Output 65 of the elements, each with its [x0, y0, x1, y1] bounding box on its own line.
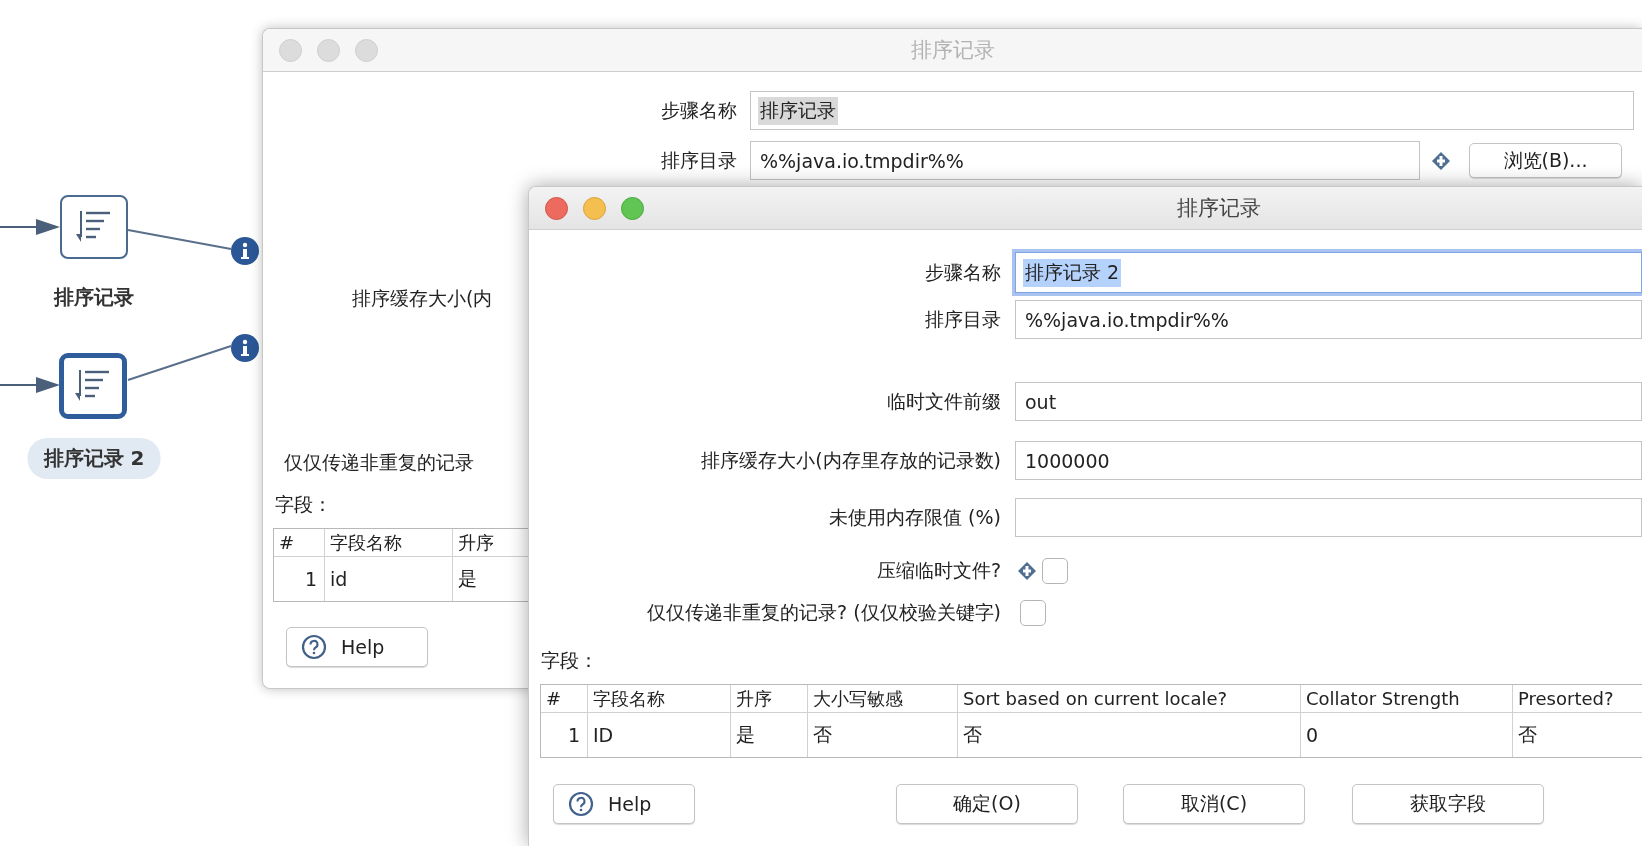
input-field[interactable]: 排序记录 2: [1015, 252, 1642, 293]
section-label: 字段：: [541, 648, 598, 673]
input-field[interactable]: [1015, 498, 1642, 537]
input-field[interactable]: %%java.io.tmpdir%%: [750, 141, 1420, 180]
table-cell-text: 否: [1517, 722, 1538, 747]
column-header: 字段名称: [325, 529, 453, 556]
field-label: 排序缓存大小(内: [352, 286, 493, 311]
input-field[interactable]: %%java.io.tmpdir%%: [1015, 300, 1642, 339]
table-cell: ID: [588, 713, 731, 757]
info-icon[interactable]: [231, 237, 259, 265]
table-cell: 0: [1301, 713, 1513, 757]
sort-step-node[interactable]: [60, 195, 128, 259]
field-label: 步骤名称: [924, 259, 1001, 285]
info-icon[interactable]: [231, 334, 259, 362]
hop-arrow: [0, 377, 60, 393]
minimize-button[interactable]: [583, 196, 606, 220]
column-header: Collator Strength: [1301, 685, 1513, 712]
zoom-button[interactable]: [621, 196, 644, 220]
zoom-button[interactable]: [355, 38, 378, 62]
field-label: 排序目录: [660, 147, 737, 173]
help-icon: [568, 791, 594, 817]
field-label: 步骤名称: [660, 97, 737, 123]
field-label: 排序缓存大小(内存里存放的记录数): [700, 447, 1001, 473]
table-cell: 1: [274, 557, 325, 601]
column-header: 升序: [457, 530, 495, 555]
hop-arrow: [0, 219, 60, 235]
step-label: 排序记录: [54, 284, 134, 311]
table-cell: 否: [958, 713, 1301, 757]
window-title: 排序记录: [1177, 195, 1261, 222]
column-header: #: [274, 529, 325, 556]
field-label: 排序目录: [924, 306, 1001, 332]
table-cell: 1: [541, 713, 588, 757]
close-button[interactable]: [545, 196, 568, 220]
dialog-button[interactable]: 获取字段: [1352, 784, 1544, 824]
input-field[interactable]: out: [1015, 382, 1642, 421]
field-label: 压缩临时文件?: [875, 558, 1001, 583]
table-cell: 是: [731, 713, 808, 757]
column-header: #: [541, 685, 588, 712]
table-cell: 否: [808, 713, 958, 757]
input-field[interactable]: 排序记录: [750, 91, 1634, 130]
field-label: 仅仅传递非重复的记录? (仅仅校验关键字): [646, 600, 1001, 625]
checkbox[interactable]: [1020, 600, 1046, 626]
dialog-button[interactable]: 确定(O): [896, 784, 1078, 824]
help-button[interactable]: Help: [553, 784, 695, 824]
column-header: 字段名称: [588, 685, 731, 712]
field-label: 未使用内存限值 (%): [828, 504, 1001, 530]
dialog-button[interactable]: 取消(C): [1123, 784, 1305, 824]
column-header: 升序: [731, 685, 808, 712]
step-label: 排序记录 2: [27, 438, 161, 479]
window-title: 排序记录: [911, 37, 995, 64]
help-button[interactable]: Help: [286, 627, 428, 667]
table-cell-text: 是: [457, 566, 478, 591]
checkbox[interactable]: [1042, 558, 1068, 584]
help-icon: [301, 634, 327, 660]
section-label: 字段：: [275, 492, 332, 517]
column-header: Presorted?: [1517, 687, 1615, 711]
browse-button[interactable]: 浏览(B)...: [1469, 143, 1622, 178]
minimize-button[interactable]: [317, 38, 340, 62]
sort-step-node[interactable]: [59, 353, 127, 419]
field-label: 仅仅传递非重复的记录: [284, 450, 474, 475]
column-header: Sort based on current locale?: [958, 685, 1301, 712]
column-header: 大小写敏感: [808, 685, 958, 712]
field-label: 临时文件前缀: [886, 388, 1001, 414]
input-field[interactable]: 1000000: [1015, 441, 1642, 480]
table-cell: id: [325, 557, 453, 601]
